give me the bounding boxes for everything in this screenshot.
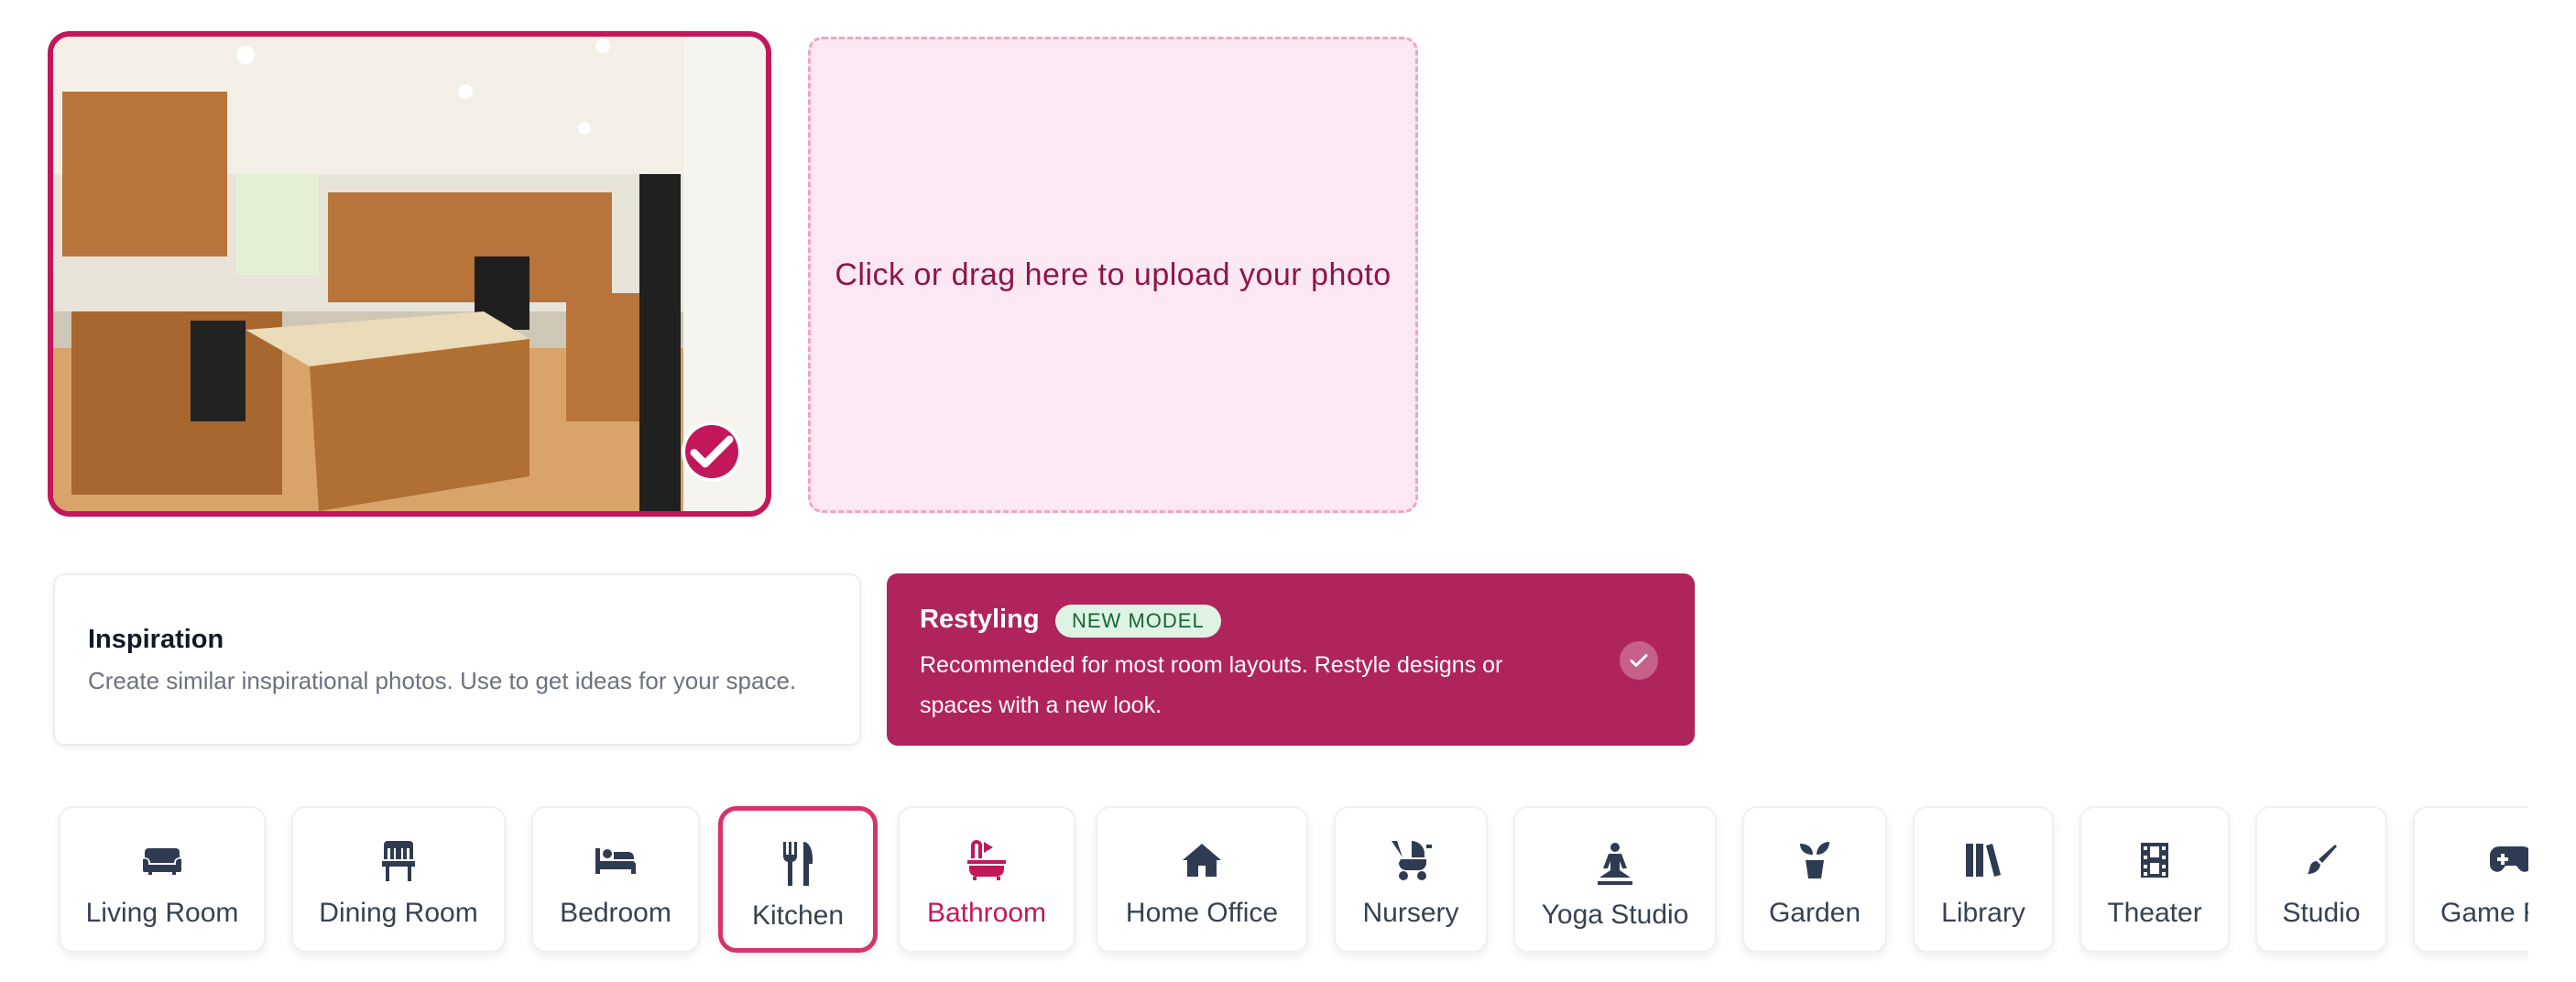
gamepad-icon — [2488, 837, 2528, 883]
room-type-list: Living Room Dining Room Bedroom Kitchen … — [0, 797, 2528, 971]
photo-upload-dropzone[interactable]: Click or drag here to upload your photo — [808, 37, 1418, 513]
room-type-label: Bathroom — [926, 898, 1047, 928]
books-icon — [1960, 837, 2006, 883]
film-icon — [2132, 837, 2178, 883]
room-type-garden[interactable]: Garden — [1742, 806, 1887, 953]
room-type-label: Garden — [1768, 898, 1861, 928]
room-type-home-office[interactable]: Home Office — [1096, 806, 1308, 953]
room-type-game-room[interactable]: Game Room — [2413, 806, 2528, 953]
kitchen-photo — [53, 37, 766, 511]
check-icon — [1620, 641, 1658, 680]
mode-card-inspiration[interactable]: Inspiration Create similar inspirational… — [53, 573, 861, 746]
room-type-label: Living Room — [85, 898, 239, 928]
room-type-theater[interactable]: Theater — [2079, 806, 2230, 953]
room-type-label: Yoga Studio — [1541, 900, 1689, 930]
room-type-label: Library — [1941, 898, 2025, 928]
room-type-living-room[interactable]: Living Room — [59, 806, 266, 953]
room-type-kitchen[interactable]: Kitchen — [718, 806, 878, 953]
room-type-library[interactable]: Library — [1913, 806, 2054, 953]
paintbrush-icon — [2298, 837, 2344, 883]
room-type-studio[interactable]: Studio — [2255, 806, 2387, 953]
room-type-yoga-studio[interactable]: Yoga Studio — [1513, 806, 1717, 953]
room-type-bedroom[interactable]: Bedroom — [531, 806, 700, 953]
room-type-label: Theater — [2107, 898, 2202, 928]
uploaded-photo-tile[interactable] — [48, 31, 771, 517]
utensils-icon — [775, 840, 821, 886]
room-type-label: Game Room — [2440, 898, 2528, 928]
chair-icon — [376, 837, 421, 883]
room-type-bathroom[interactable]: Bathroom — [898, 806, 1075, 953]
mode-card-restyling[interactable]: Restyling NEW MODEL Recommended for most… — [887, 573, 1695, 746]
sofa-icon — [139, 837, 185, 883]
mode-title: Restyling — [920, 605, 1040, 634]
bathtub-icon — [964, 837, 1010, 883]
room-type-label: Studio — [2282, 898, 2361, 928]
room-type-label: Nursery — [1362, 898, 1459, 928]
room-type-label: Bedroom — [560, 898, 671, 928]
stroller-icon — [1388, 837, 1434, 883]
room-type-nursery[interactable]: Nursery — [1334, 806, 1488, 953]
house-icon — [1179, 837, 1225, 883]
bed-icon — [593, 837, 639, 883]
mode-title: Inspiration — [88, 625, 224, 654]
room-type-label: Home Office — [1125, 898, 1279, 928]
selected-check-icon — [685, 425, 738, 478]
mode-description: Create similar inspirational photos. Use… — [88, 667, 797, 694]
seedling-icon — [1792, 837, 1838, 883]
room-type-label: Kitchen — [751, 900, 845, 931]
upload-prompt: Click or drag here to upload your photo — [835, 256, 1392, 292]
yoga-pose-icon — [1592, 841, 1638, 887]
room-type-label: Dining Room — [319, 898, 478, 928]
mode-description: Recommended for most room layouts. Resty… — [920, 652, 1503, 718]
new-model-badge: NEW MODEL — [1055, 605, 1221, 638]
room-type-dining-room[interactable]: Dining Room — [291, 806, 506, 953]
